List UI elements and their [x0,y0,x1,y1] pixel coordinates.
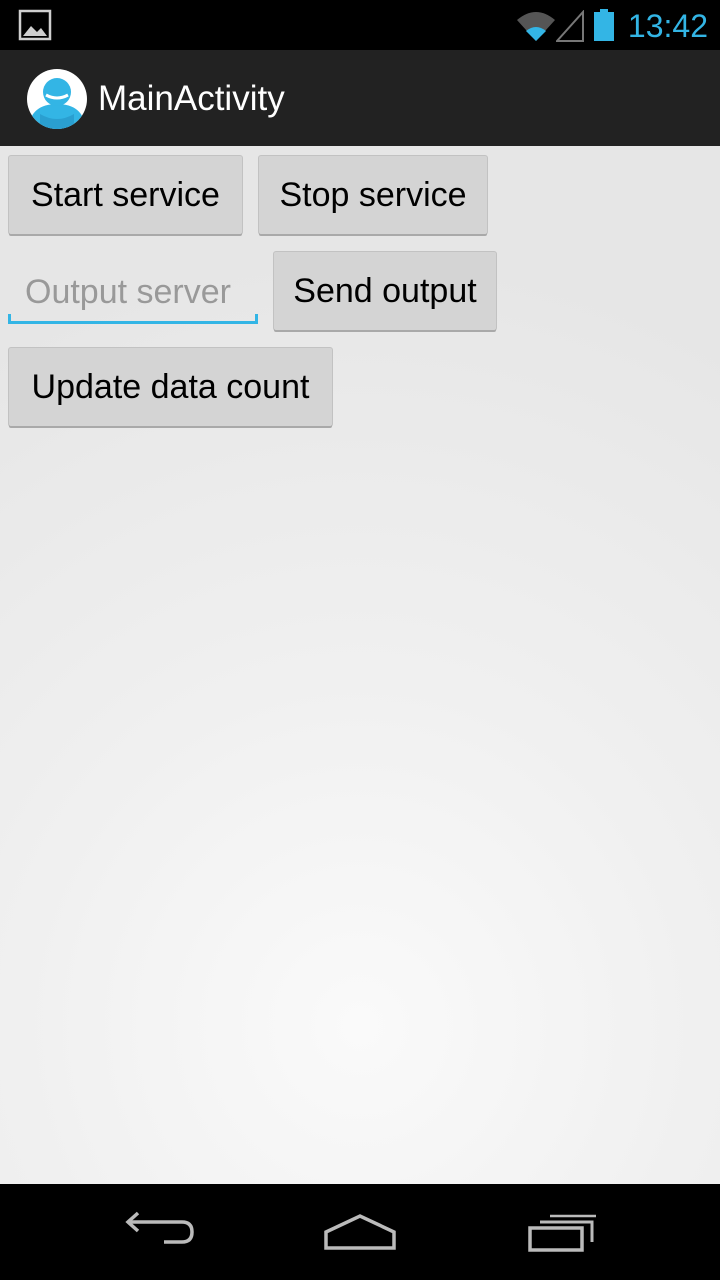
recents-icon[interactable] [526,1210,598,1254]
input-underline-left-tick [8,314,11,324]
output-server-input[interactable]: Output server [8,268,258,324]
battery-icon [594,9,614,41]
back-icon[interactable] [124,1210,196,1254]
input-underline [8,321,258,324]
main-content: Start service Stop service Output server… [0,146,720,1184]
app-title: MainActivity [98,79,285,118]
image-notification-icon [18,9,52,41]
signal-icon [556,10,584,42]
home-icon[interactable] [324,1210,396,1254]
wifi-icon [517,12,555,41]
status-bar: 13:42 [0,0,720,50]
navigation-bar [0,1184,720,1280]
update-data-count-button[interactable]: Update data count [9,348,332,426]
start-service-button[interactable]: Start service [9,156,242,234]
send-output-button[interactable]: Send output [274,252,496,330]
app-avatar-icon [27,69,87,129]
action-bar: MainActivity [0,50,720,146]
output-server-placeholder: Output server [25,273,231,311]
input-underline-right-tick [255,314,258,324]
status-clock: 13:42 [627,8,708,44]
stop-service-button[interactable]: Stop service [259,156,487,234]
